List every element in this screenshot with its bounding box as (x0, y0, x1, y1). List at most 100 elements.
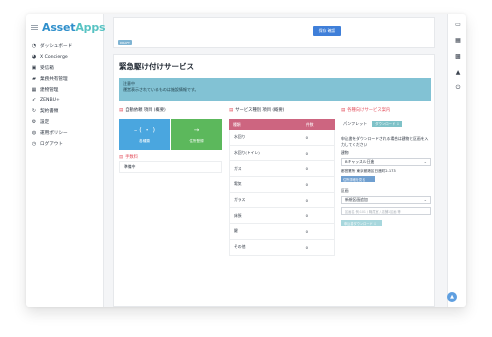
main-area: 保存 確認 DRAFT 緊急駆け付けサービス 注意中 運営表示されているものは施… (105, 14, 435, 307)
service-type: その他 (234, 244, 246, 250)
service-count: 0 (305, 166, 308, 172)
fee-row: 準備中 (119, 161, 222, 173)
gear-icon: ⚙ (31, 118, 37, 125)
sidebar-item-label: 建物管理 (40, 87, 59, 93)
warning-icon[interactable]: ▲ (454, 68, 462, 76)
service-count: 0 (305, 228, 308, 234)
right-toolbar: ▭ ▦ ▩ ▲ ⏻ (447, 14, 466, 307)
sidebar-item-label: 契約書類 (40, 109, 59, 115)
building-label: 建物 (341, 150, 349, 155)
folder-icon: ▰ (32, 75, 36, 82)
fee-title: 手数料 (125, 155, 138, 160)
address-detail-button[interactable]: 住所詳細を見る (341, 176, 375, 182)
section-label: 区画 (341, 188, 349, 193)
fee-heading: ▤ 手数料 (119, 154, 138, 161)
yen-icon: ▤ (119, 154, 124, 160)
sidebar-nav: ◔ ダッシュボード ◕ X Concierge ▣ 受信箱 ▰ 業務共有管理 ▦… (31, 41, 103, 149)
section-select-value: 新規区画追加 (345, 197, 368, 202)
save-button[interactable]: 保存 確認 (313, 26, 341, 36)
header-type: 種類 (233, 121, 241, 127)
service-count: 0 (305, 134, 308, 140)
col1-heading: ▤ 自動依頼 項目 (概要) (119, 107, 166, 114)
sidebar-item-policy[interactable]: ◍ 運用ポリシー (31, 127, 103, 138)
table-row: 床張 0 (229, 208, 335, 225)
service-table: 種類 件数 水回り 0 水回り(トイレ) 0 ガス 0 電気 0 ガラス 0 床張 0 鍵 0 その他 0 (229, 119, 335, 256)
globe-icon: ◍ (31, 129, 37, 136)
logo-asset: Asset (42, 20, 76, 34)
guide-note: 申込書をダウンロードされる場合は建物と区画を入力してください (341, 136, 429, 147)
sidebar-item-zenbu[interactable]: ➶ ZENBU+ (31, 95, 103, 106)
sidebar-item-inbox[interactable]: ▣ 受信箱 (31, 63, 103, 74)
table-row: その他 0 (229, 239, 335, 256)
service-table-header: 種類 件数 (229, 119, 335, 130)
pamphlet-label: パンフレット (343, 120, 368, 126)
sidebar-item-contracts[interactable]: ↻ 契約書類 (31, 106, 103, 117)
sidebar-item-shared[interactable]: ▰ 業務共有管理 (31, 73, 103, 84)
scroll-top-button[interactable]: ▲ (447, 292, 457, 302)
sidebar-item-label: 受信箱 (40, 65, 54, 71)
sidebar-item-label: 運用ポリシー (40, 130, 68, 136)
calendar-icon[interactable]: ▦ (454, 36, 462, 44)
sidebar-item-label: X Concierge (40, 54, 68, 60)
menu-icon[interactable] (31, 24, 38, 30)
sidebar-item-label: ダッシュボード (40, 44, 73, 50)
sidebar-item-label: 設定 (40, 119, 50, 125)
status-badge: DRAFT (118, 40, 132, 45)
table-row: ガス 0 (229, 161, 335, 178)
table-row: 水回り 0 (229, 130, 335, 146)
notice-text: 運営表示されているものは施設情報です。 (123, 86, 199, 92)
header-count: 件数 (306, 121, 314, 127)
sidebar: Asset Apps ◔ ダッシュボード ◕ X Concierge ▣ 受信箱… (26, 14, 106, 307)
col2-heading: ▤ サービス種別 項目 (概要) (229, 107, 285, 114)
chevron-up-icon: ▲ (450, 294, 454, 300)
sidebar-item-concierge[interactable]: ◕ X Concierge (31, 52, 103, 63)
table-row: 水回り(トイレ) 0 (229, 145, 335, 162)
refresh-icon: ↻ (31, 108, 37, 115)
logo-apps: Apps (75, 20, 106, 34)
top-action-card: 保存 確認 DRAFT (113, 17, 435, 48)
sidebar-item-settings[interactable]: ⚙ 設定 (31, 117, 103, 128)
category-symbol: – ( ・ ) (133, 125, 156, 134)
grid-icon[interactable]: ▩ (454, 52, 462, 60)
service-count: 0 (305, 213, 308, 219)
col3-title: 各種向けサービス案内 (347, 108, 391, 113)
list-icon: ▤ (229, 107, 234, 113)
sidebar-item-label: ログアウト (40, 141, 63, 147)
table-row: 電気 0 (229, 177, 335, 193)
category-button[interactable]: – ( ・ ) 各種類 (119, 119, 170, 150)
sidebar-item-logout[interactable]: ◷ ログアウト (31, 138, 103, 149)
mail-icon[interactable]: ▭ (454, 20, 462, 28)
address-register-label: 住所登録 (189, 138, 204, 143)
service-type: 水回り(トイレ) (234, 150, 260, 156)
app-logo[interactable]: Asset Apps (31, 20, 106, 34)
section-name-input[interactable]: 区画名 例:101 / 職員室 / 店舗1区画 等 (341, 207, 431, 215)
address-register-button[interactable]: → 住所登録 (171, 119, 222, 150)
pamphlet-row: パンフレット ダウンロード ⇩ (341, 119, 431, 128)
page-title: 緊急駆け付けサービス (119, 62, 194, 71)
service-type: 鍵 (234, 228, 238, 234)
table-row: ガラス 0 (229, 192, 335, 209)
building-select[interactable]: Bキャッスル日進 ⌄ (341, 158, 431, 166)
category-label: 各種類 (139, 138, 150, 143)
service-table-body: 水回り 0 水回り(トイレ) 0 ガス 0 電気 0 ガラス 0 床張 0 鍵 0 その他 0 (229, 130, 335, 256)
building-select-value: Bキャッスル日進 (345, 159, 375, 164)
application-download-button[interactable]: 申込書ダウンロード ⇩ (341, 220, 382, 226)
chevron-down-icon: ⌄ (423, 197, 427, 202)
bell-icon: ▤ (119, 107, 124, 113)
service-type: 床張 (234, 212, 242, 218)
sidebar-item-building[interactable]: ▦ 建物管理 (31, 84, 103, 95)
chevron-down-icon: ⌄ (423, 159, 427, 164)
content-card: 緊急駆け付けサービス 注意中 運営表示されているものは施設情報です。 ▤ 自動依… (113, 54, 435, 307)
col2-title: サービス種別 項目 (概要) (235, 108, 285, 113)
section-select[interactable]: 新規区画追加 ⌄ (341, 196, 431, 204)
power-icon[interactable]: ⏻ (454, 84, 462, 92)
guide-panel: パンフレット ダウンロード ⇩ 申込書をダウンロードされる場合は建物と区画を入力… (341, 119, 431, 226)
app-window: Asset Apps ◔ ダッシュボード ◕ X Concierge ▣ 受信箱… (26, 14, 466, 307)
service-count: 0 (305, 150, 308, 156)
speedometer-icon: ◔ (31, 43, 37, 50)
pamphlet-download-button[interactable]: ダウンロード ⇩ (372, 120, 403, 127)
inbox-icon: ▣ (31, 64, 37, 71)
sidebar-item-dashboard[interactable]: ◔ ダッシュボード (31, 41, 103, 52)
table-row: 鍵0 (229, 224, 335, 240)
logout-icon: ◷ (31, 140, 37, 147)
